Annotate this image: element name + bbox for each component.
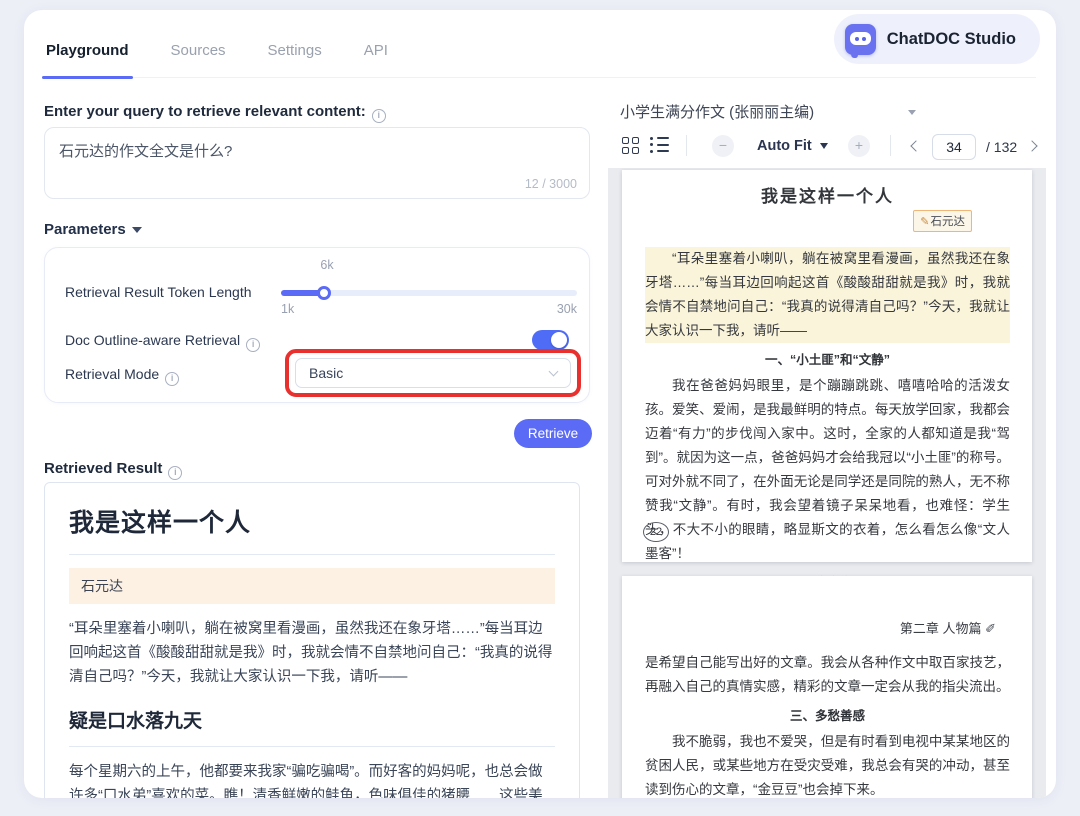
slider-max: 30k xyxy=(557,302,577,316)
document-viewer-scroll-area[interactable]: 我是这样一个人 ✎石元达 “耳朵里塞着小喇叭，躺在被窝里看漫画，虽然我还在象牙塔… xyxy=(608,168,1046,798)
document-title-dropdown[interactable]: 小学生满分作文 (张丽丽主编) xyxy=(620,101,916,122)
next-page-icon[interactable] xyxy=(1026,140,1037,151)
pen-icon: ✎ xyxy=(920,216,929,228)
section-heading: 三、多愁善感 xyxy=(645,705,1010,724)
caret-down-icon xyxy=(132,227,142,233)
info-icon[interactable]: i xyxy=(165,372,179,386)
info-icon[interactable]: i xyxy=(246,338,260,352)
thumbnail-view-icon[interactable] xyxy=(622,137,639,154)
page-number-badge: 22 xyxy=(643,522,669,542)
info-icon[interactable]: i xyxy=(372,109,386,123)
result-paragraph: 每个星期六的上午，他都要来我家“骗吃骗喝”。而好客的妈妈呢，也总会做许多“口水弟… xyxy=(69,760,555,798)
slider-current-value: 6k xyxy=(297,258,357,272)
chevron-down-icon xyxy=(549,367,559,377)
char-count: 12 / 3000 xyxy=(525,177,577,191)
author-tag: ✎石元达 xyxy=(913,210,972,232)
retrieve-button[interactable]: Retrieve xyxy=(514,419,592,448)
page-number-input[interactable] xyxy=(932,134,976,160)
caret-down-icon xyxy=(820,143,828,149)
viewer-toolbar: − Auto Fit + / 132 xyxy=(620,134,1046,164)
page-essay-title: 我是这样一个人 xyxy=(645,182,1010,207)
toolbar-divider xyxy=(890,135,891,156)
result-paragraph: “耳朵里塞着小喇叭，躺在被窝里看漫画，虽然我还在象牙塔……”每当耳边回响起这首《… xyxy=(69,617,555,689)
result-heading: 疑是口水落九天 xyxy=(69,706,555,747)
retrieved-result-label: Retrieved Resulti xyxy=(44,460,182,480)
document-page: 我是这样一个人 ✎石元达 “耳朵里塞着小喇叭，躺在被窝里看漫画，虽然我还在象牙塔… xyxy=(622,170,1032,562)
query-input[interactable]: 石元达的作文全文是什么? xyxy=(45,128,589,174)
brand-pill: ChatDOC Studio xyxy=(834,14,1040,64)
brand-name: ChatDOC Studio xyxy=(887,30,1016,49)
page-total: / 132 xyxy=(986,139,1017,155)
retrieval-mode-select[interactable]: Basic xyxy=(295,358,571,388)
pen-flourish-icon: ✐ xyxy=(985,621,996,636)
query-box: 石元达的作文全文是什么? 12 / 3000 xyxy=(44,127,590,199)
chapter-header: 第二章 人物篇 ✐ xyxy=(645,618,996,637)
document-title: 小学生满分作文 (张丽丽主编) xyxy=(620,104,814,121)
zoom-mode-dropdown[interactable]: Auto Fit xyxy=(757,138,828,154)
section-heading: 一、“小土匪”和“文静” xyxy=(645,349,1010,368)
highlighted-paragraph: “耳朵里塞着小喇叭，躺在被窝里看漫画，虽然我还在象牙塔……”每当耳边回响起这首《… xyxy=(645,247,1010,343)
page-paragraph: 我不脆弱，我也不爱哭，但是有时看到电视中某某地区的贫困人民，或某些地方在受灾受难… xyxy=(645,730,1010,798)
query-label: Enter your query to retrieve relevant co… xyxy=(44,103,386,123)
retrieved-result-panel[interactable]: 我是这样一个人 石元达 “耳朵里塞着小喇叭，躺在被窝里看漫画，虽然我还在象牙塔…… xyxy=(44,482,580,798)
outline-retrieval-toggle[interactable] xyxy=(532,330,569,350)
zoom-out-button[interactable]: − xyxy=(712,135,734,157)
parameters-card: Retrieval Result Token Length 6k 1k 30k … xyxy=(44,247,590,403)
outline-retrieval-label: Doc Outline-aware Retrievali xyxy=(65,332,260,352)
info-icon[interactable]: i xyxy=(168,466,182,480)
document-page: 第二章 人物篇 ✐ 是希望自己能写出好的文章。我会从各种作文中取百家技艺，再融入… xyxy=(622,576,1032,798)
tab-api[interactable]: API xyxy=(362,38,390,77)
outline-view-icon[interactable] xyxy=(650,137,669,153)
previous-page-icon[interactable] xyxy=(910,140,921,151)
zoom-in-button[interactable]: + xyxy=(848,135,870,157)
slider-range-labels: 1k 30k xyxy=(281,302,577,316)
tab-playground[interactable]: Playground xyxy=(44,38,131,77)
chatdoc-bot-icon xyxy=(845,24,876,55)
main-card: Playground Sources Settings API ChatDOC … xyxy=(24,10,1056,798)
tab-settings[interactable]: Settings xyxy=(266,38,324,77)
toolbar-divider xyxy=(686,135,687,156)
parameters-header[interactable]: Parameters xyxy=(44,221,142,238)
caret-down-icon xyxy=(908,110,916,115)
result-title: 我是这样一个人 xyxy=(69,503,555,555)
result-author-highlight: 石元达 xyxy=(69,568,555,604)
token-length-label: Retrieval Result Token Length xyxy=(65,284,252,300)
slider-min: 1k xyxy=(281,302,294,316)
retrieval-mode-label: Retrieval Modei xyxy=(65,366,179,386)
tab-sources[interactable]: Sources xyxy=(169,38,228,77)
retrieval-mode-value: Basic xyxy=(309,365,343,381)
page-paragraph: 我在爸爸妈妈眼里，是个蹦蹦跳跳、嘻嘻哈哈的活泼女孩。爱笑、爱闹，是我最鲜明的特点… xyxy=(645,374,1010,566)
slider-thumb[interactable] xyxy=(317,286,331,300)
token-length-slider[interactable] xyxy=(281,290,577,296)
page-paragraph: 是希望自己能写出好的文章。我会从各种作文中取百家技艺，再融入自己的真情实感，精彩… xyxy=(645,651,1010,699)
